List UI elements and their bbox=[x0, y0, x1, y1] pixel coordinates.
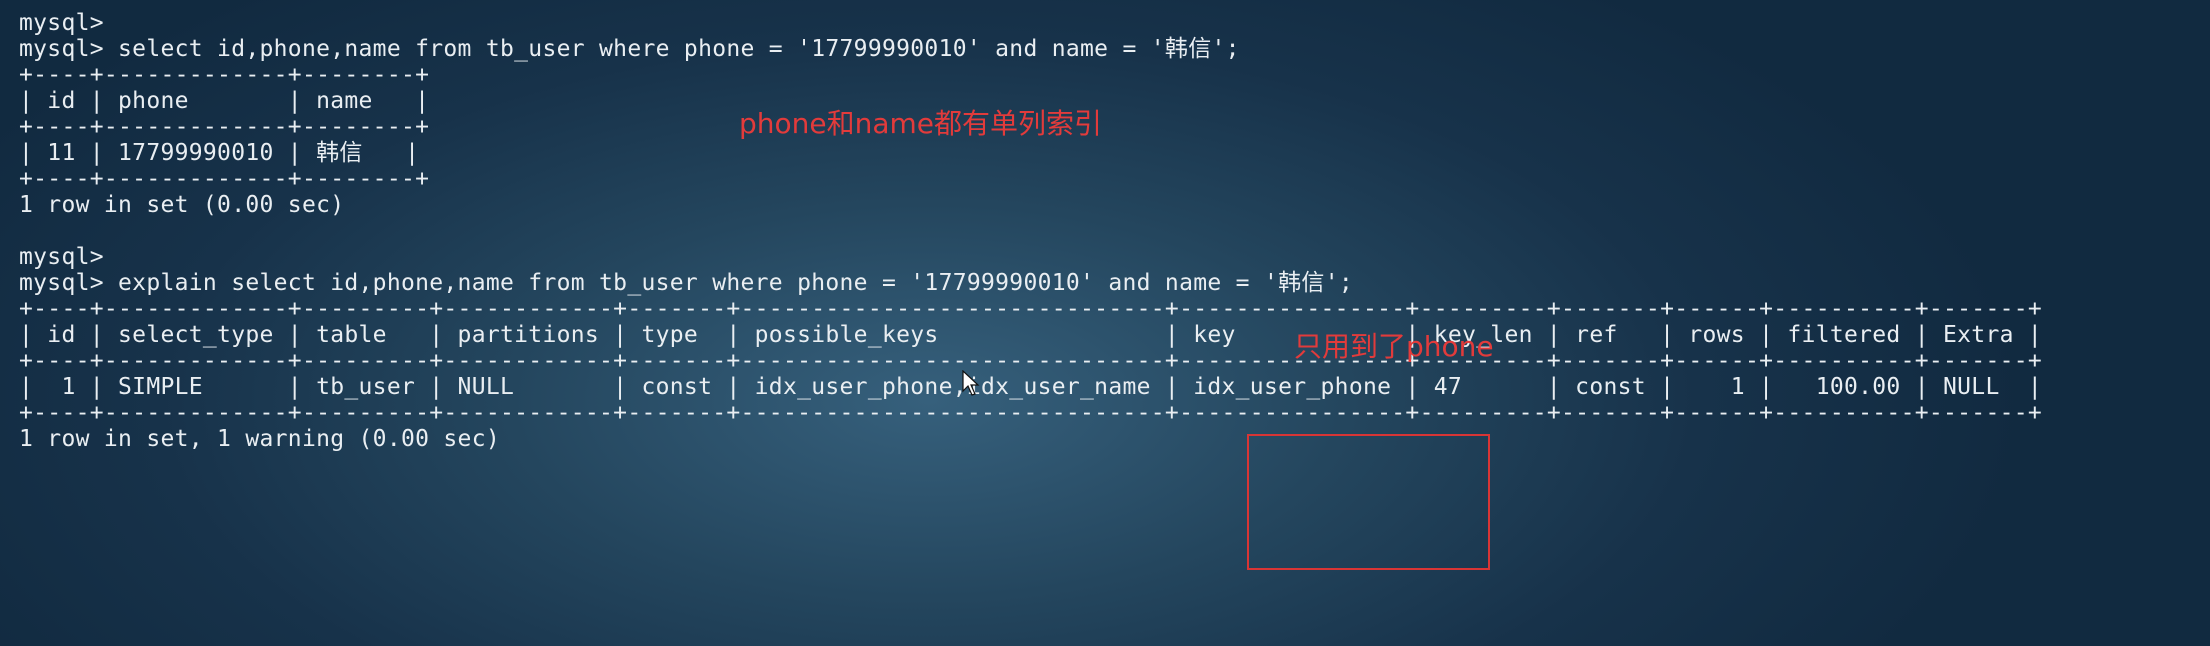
key-column-highlight-box bbox=[1247, 434, 1490, 570]
annotation-single-column-index: phone和name都有单列索引 bbox=[739, 107, 1103, 140]
terminal-window[interactable]: mysql> mysql> select id,phone,name from … bbox=[0, 0, 2210, 646]
annotation-only-phone-used: 只用到了phone bbox=[1294, 330, 1494, 363]
explain-status-line: 1 row in set, 1 warning (0.00 sec) bbox=[19, 426, 501, 452]
result-status-line: 1 row in set (0.00 sec) bbox=[19, 192, 345, 218]
mouse-pointer-icon bbox=[962, 370, 980, 396]
